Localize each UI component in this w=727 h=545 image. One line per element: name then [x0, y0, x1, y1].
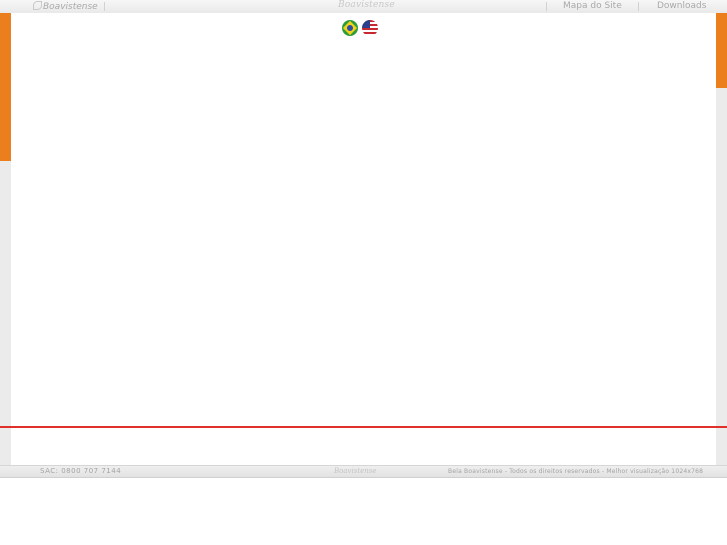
site-map-link[interactable]: Mapa do Site: [563, 1, 622, 11]
separator: [638, 2, 639, 11]
content-area: [11, 13, 716, 465]
downloads-link[interactable]: Downloads: [657, 1, 706, 11]
footer: SAC: 0800 707 7144 Boavistense Bela Boav…: [0, 465, 727, 478]
main-frame: [0, 13, 727, 465]
red-divider: [0, 426, 727, 428]
separator: [546, 2, 547, 11]
usa-flag-icon[interactable]: [362, 20, 378, 36]
left-orange-accent: [0, 13, 11, 161]
footer-logo[interactable]: Boavistense: [334, 467, 377, 475]
leaf-icon: [33, 1, 42, 10]
top-bar: Boavistense Boavistense Mapa do Site Dow…: [0, 0, 727, 14]
sac-phone: SAC: 0800 707 7144: [40, 467, 122, 475]
copyright-text: Bela Boavistense - Todos os direitos res…: [448, 468, 704, 475]
center-logo[interactable]: Boavistense: [338, 0, 395, 10]
brand-link[interactable]: Boavistense: [33, 1, 98, 12]
scrollbar-thumb[interactable]: [716, 13, 727, 88]
brazil-flag-icon[interactable]: [342, 20, 358, 36]
brand-label: Boavistense: [43, 2, 98, 12]
separator: [104, 2, 105, 11]
